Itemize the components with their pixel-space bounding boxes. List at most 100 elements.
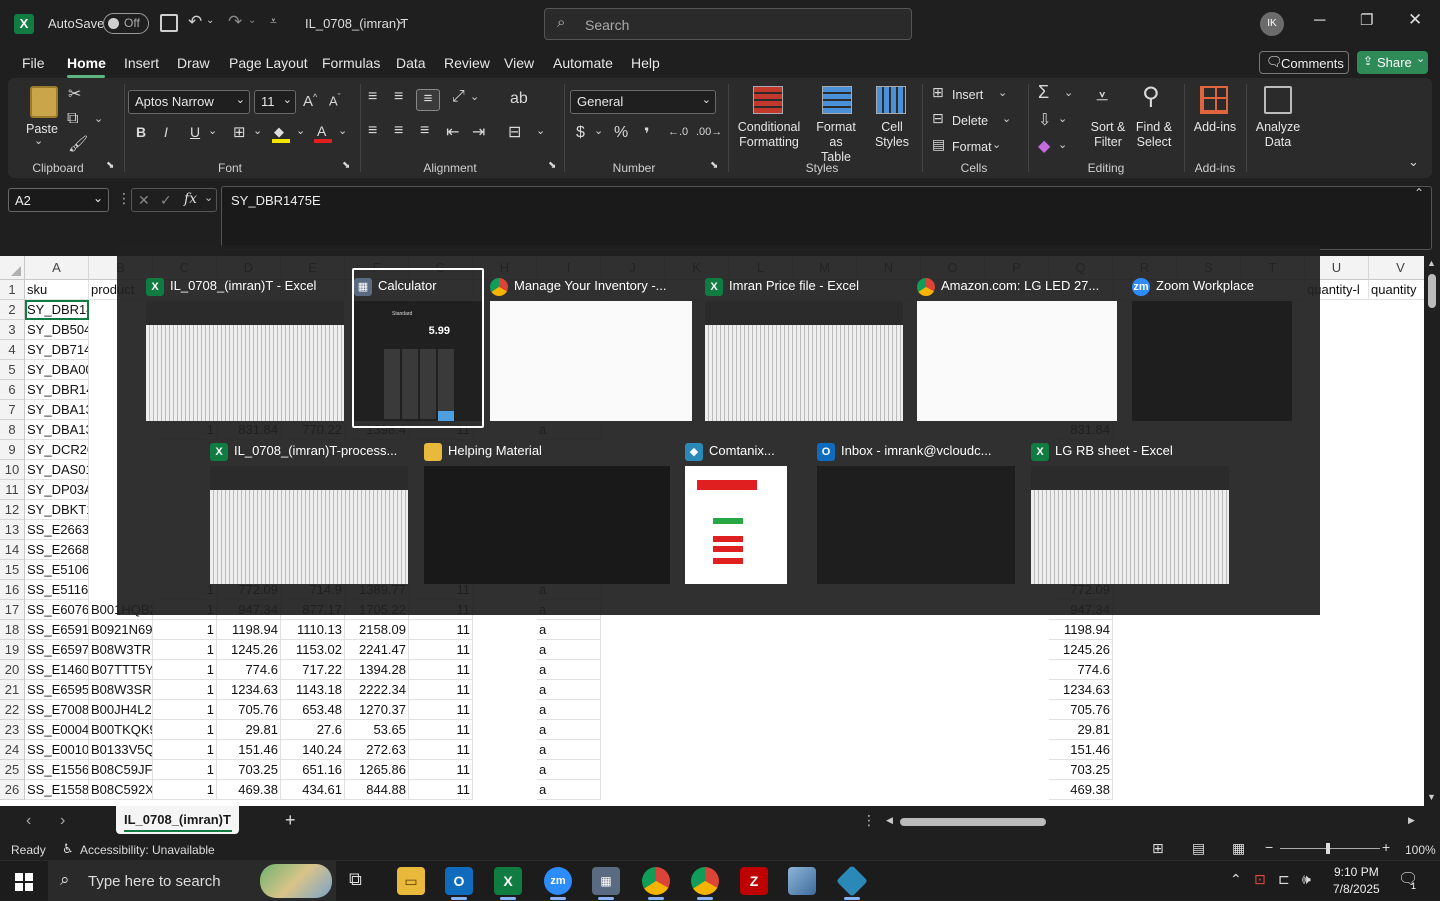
font-color-dropdown-icon[interactable]: ⌄ <box>338 124 347 137</box>
app-icon[interactable] <box>788 867 816 895</box>
table-cell[interactable]: 2241.47 <box>345 640 409 660</box>
table-cell[interactable]: 11 <box>409 640 473 660</box>
underline-button[interactable]: U <box>190 124 200 140</box>
table-cell[interactable]: 1270.37 <box>345 700 409 720</box>
table-cell[interactable]: a <box>537 720 601 740</box>
task-view-icon[interactable]: ⧉ <box>349 869 362 890</box>
borders-dropdown-icon[interactable]: ⌄ <box>253 124 262 137</box>
orientation-dropdown-icon[interactable]: ⌄ <box>470 90 479 103</box>
row-header[interactable]: 18 <box>0 620 25 640</box>
table-cell[interactable]: 1234.63 <box>217 680 281 700</box>
accessibility-icon[interactable]: ♿ <box>62 841 74 857</box>
table-cell[interactable]: 1265.86 <box>345 760 409 780</box>
table-cell[interactable]: 717.22 <box>281 660 345 680</box>
table-cell[interactable]: SS_E15583 <box>25 780 89 800</box>
vertical-scrollbar[interactable]: ▲ ▼ <box>1424 256 1440 806</box>
table-cell[interactable]: a <box>537 700 601 720</box>
row-header[interactable]: 15 <box>0 560 25 580</box>
table-cell[interactable]: 1245.26 <box>1049 640 1113 660</box>
zoom-in-icon[interactable]: + <box>1382 839 1390 855</box>
table-cell[interactable]: 844.88 <box>345 780 409 800</box>
cut-icon[interactable]: ✂ <box>68 84 81 104</box>
table-cell[interactable]: 11 <box>409 720 473 740</box>
table-cell[interactable]: SS_E51064 <box>25 560 89 580</box>
scroll-up-icon[interactable]: ▲ <box>1427 258 1436 268</box>
tab-help[interactable]: Help <box>631 55 660 71</box>
format-cells-button[interactable]: Format <box>952 140 992 155</box>
horizontal-scroll-thumb[interactable] <box>900 818 1046 826</box>
table-cell[interactable]: 27.6 <box>281 720 345 740</box>
alignment-launcher-icon[interactable]: ⬊ <box>548 160 556 171</box>
table-cell[interactable]: SS_E00040 <box>25 720 89 740</box>
fill-down-icon[interactable]: ⇩ <box>1038 110 1051 130</box>
underline-dropdown-icon[interactable]: ⌄ <box>208 124 217 137</box>
row-header[interactable]: 16 <box>0 580 25 600</box>
table-cell[interactable]: SY_DAS012 <box>25 460 89 480</box>
excel-icon[interactable]: X <box>494 867 522 895</box>
format-painter-icon[interactable]: 🖌 <box>68 134 88 154</box>
formula-input[interactable]: SY_DBR1475E <box>221 186 1432 250</box>
row-header[interactable]: 11 <box>0 480 25 500</box>
table-cell[interactable]: a <box>537 740 601 760</box>
table-cell[interactable]: 11 <box>409 620 473 640</box>
undo-icon[interactable]: ↶ <box>188 12 202 32</box>
table-cell[interactable]: 11 <box>409 740 473 760</box>
table-cell[interactable]: SY_DCR200 <box>25 440 89 460</box>
table-cell[interactable]: SY_DBA002 <box>25 360 89 380</box>
table-cell[interactable]: a <box>537 680 601 700</box>
comma-style-icon[interactable]: ❜ <box>644 124 650 144</box>
table-cell[interactable]: B08C592X <box>89 780 153 800</box>
tab-view[interactable]: View <box>504 55 534 71</box>
scroll-left-icon[interactable]: ◀ <box>886 815 893 826</box>
currency-icon[interactable]: $ <box>576 124 585 142</box>
customize-qat-icon[interactable]: ⩡ <box>270 14 277 29</box>
tab-home[interactable]: Home <box>67 55 106 71</box>
table-cell[interactable]: 11 <box>409 760 473 780</box>
align-center-icon[interactable]: ≡ <box>394 122 403 140</box>
table-cell[interactable]: 53.65 <box>345 720 409 740</box>
borders-icon[interactable]: ⊞ <box>233 123 246 141</box>
close-icon[interactable]: ✕ <box>1408 10 1422 30</box>
clipboard-launcher-icon[interactable]: ⬊ <box>106 160 114 171</box>
table-cell[interactable]: 1143.18 <box>281 680 345 700</box>
chrome-icon[interactable] <box>642 867 670 895</box>
analyze-data-icon[interactable] <box>1264 86 1292 114</box>
autosum-dropdown-icon[interactable]: ⌄ <box>1064 86 1073 99</box>
zoom-out-icon[interactable]: − <box>1265 839 1273 855</box>
table-cell[interactable]: 2158.09 <box>345 620 409 640</box>
row-header[interactable]: 2 <box>0 300 25 320</box>
tab-review[interactable]: Review <box>444 55 490 71</box>
row-header[interactable]: 5 <box>0 360 25 380</box>
table-cell[interactable]: 1394.28 <box>345 660 409 680</box>
filezilla-icon[interactable]: Z <box>740 867 768 895</box>
table-cell[interactable]: SS_E26638 <box>25 520 89 540</box>
table-cell[interactable]: 2222.34 <box>345 680 409 700</box>
percent-icon[interactable]: % <box>614 124 628 142</box>
tab-automate[interactable]: Automate <box>553 55 613 71</box>
table-cell[interactable]: 1110.13 <box>281 620 345 640</box>
table-cell[interactable]: 651.16 <box>281 760 345 780</box>
table-cell[interactable]: SS_E51160 <box>25 580 89 600</box>
font-name-select[interactable]: Aptos Narrow ⌄ <box>128 90 250 114</box>
switcher-window-folder[interactable]: Helping Material <box>424 440 670 584</box>
file-title[interactable]: IL_0708_(imran)T <box>305 16 408 31</box>
table-cell[interactable]: 703.25 <box>217 760 281 780</box>
row-header[interactable]: 1 <box>0 280 25 300</box>
conditional-formatting-button[interactable]: Conditional Formatting <box>734 120 804 150</box>
table-cell[interactable]: 140.24 <box>281 740 345 760</box>
increase-decimal-icon[interactable]: ←.0 <box>668 126 688 138</box>
copy-dropdown-icon[interactable]: ⌄ <box>94 112 103 125</box>
expand-formula-icon[interactable]: ⌃ <box>1414 186 1424 200</box>
table-cell[interactable]: 29.81 <box>1049 720 1113 740</box>
table-cell[interactable]: 434.61 <box>281 780 345 800</box>
prev-sheet-icon[interactable]: ‹ <box>26 812 31 830</box>
next-sheet-icon[interactable]: › <box>60 812 65 830</box>
table-cell[interactable]: B0921N69 <box>89 620 153 640</box>
table-cell[interactable]: 1198.94 <box>1049 620 1113 640</box>
table-cell[interactable]: 705.76 <box>217 700 281 720</box>
row-header[interactable]: 10 <box>0 460 25 480</box>
table-cell[interactable]: a <box>537 620 601 640</box>
table-cell[interactable]: SY_DP03A <box>25 480 89 500</box>
cell-styles-button[interactable]: Cell Styles <box>870 120 914 150</box>
row-header[interactable]: 4 <box>0 340 25 360</box>
